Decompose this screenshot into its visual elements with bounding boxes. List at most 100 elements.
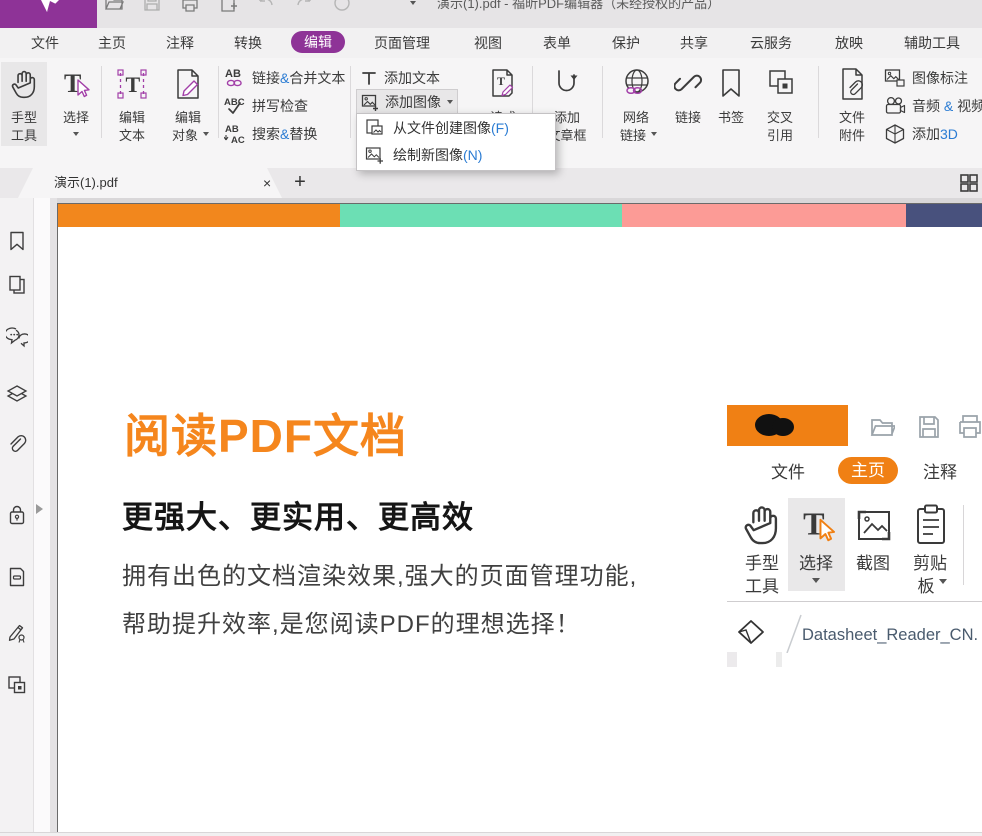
add-page-icon[interactable] — [218, 0, 238, 13]
spell-check-label: 拼写检查 — [252, 96, 308, 116]
web-link-label-1: 网络 — [623, 107, 649, 126]
image-from-file-icon — [365, 118, 384, 137]
search-replace-icon: AB AC — [224, 123, 246, 145]
web-link-button[interactable]: 网络 链接 — [608, 62, 664, 146]
digital-signature-panel-icon[interactable] — [6, 622, 28, 644]
expand-panel-arrow-icon[interactable] — [36, 504, 43, 514]
embedded-title-bar — [727, 405, 848, 446]
pdf-page: 阅读PDF文档 更强大、更实用、更高效 拥有出色的文档渲染效果,强大的页面管理功… — [57, 203, 982, 833]
embedded-select-caret-icon — [812, 578, 820, 583]
tab-protect[interactable]: 保护 — [612, 28, 640, 58]
audio-video-label-b: 视频 — [953, 98, 982, 114]
menu-item-shortcut: (N) — [463, 147, 482, 163]
undo-icon[interactable] — [256, 0, 276, 13]
embedded-tab-file[interactable]: 文件 — [771, 458, 805, 483]
close-tab-icon[interactable]: × — [263, 168, 271, 198]
embedded-pencil-tip-icon[interactable] — [736, 617, 766, 649]
edit-text-button[interactable]: T 编辑 文本 — [106, 62, 158, 146]
edit-text-icon: T — [117, 69, 147, 99]
file-attachment-button[interactable]: 文件 附件 — [826, 62, 878, 146]
embedded-hand-label-2: 工具 — [745, 572, 779, 597]
embedded-hand-icon[interactable] — [742, 503, 784, 549]
page-thumbnails-icon[interactable] — [6, 274, 28, 296]
tab-view[interactable]: 视图 — [474, 28, 502, 58]
link-label: 链接 — [675, 107, 701, 126]
tab-page-management[interactable]: 页面管理 — [374, 28, 430, 58]
security-panel-icon[interactable] — [6, 504, 28, 526]
app-logo[interactable] — [0, 0, 97, 28]
add-text-icon — [360, 69, 378, 87]
redo-icon[interactable] — [294, 0, 314, 13]
print-icon[interactable] — [180, 0, 200, 13]
qat-customize-caret-icon[interactable] — [410, 1, 416, 5]
link-merge-text-button[interactable]: AB 链接&合并文本 — [224, 66, 345, 90]
layers-panel-icon[interactable] — [6, 383, 28, 405]
page-heading: 阅读PDF文档 — [124, 400, 407, 466]
svg-text:AB: AB — [225, 124, 239, 135]
tab-convert[interactable]: 转换 — [234, 28, 262, 58]
tab-file[interactable]: 文件 — [31, 28, 59, 58]
refresh-icon[interactable] — [332, 0, 352, 13]
select-tool-button[interactable]: T 选择 — [52, 62, 100, 146]
tab-accessibility[interactable]: 辅助工具 — [904, 28, 960, 58]
tab-home[interactable]: 主页 — [98, 28, 126, 58]
embedded-clipboard-icon[interactable] — [909, 502, 953, 548]
link-button[interactable]: 链接 — [668, 62, 708, 146]
quick-access-toolbar — [104, 0, 416, 15]
embedded-filename-tab[interactable]: Datasheet_Reader_CN. — [802, 626, 978, 645]
bookmarks-panel-icon[interactable] — [6, 230, 28, 252]
embedded-tab-home-active[interactable]: 主页 — [838, 457, 898, 484]
edit-object-label-2: 对象 — [172, 125, 198, 144]
embedded-clipboard-label-1: 剪贴 — [913, 549, 947, 574]
add-3d-button[interactable]: 添加3D — [884, 122, 958, 146]
embedded-tab-comment[interactable]: 注释 — [923, 458, 957, 483]
window-title: 演示(1).pdf - 福昕PDF编辑器（未经授权的产品） — [437, 0, 720, 12]
add-text-button[interactable]: 添加文本 — [360, 66, 440, 90]
embedded-divider — [727, 601, 982, 602]
link-merge-text-icon: AB — [224, 67, 246, 89]
add-image-caret-icon — [447, 100, 453, 104]
embedded-snapshot-icon[interactable] — [853, 505, 895, 547]
attachments-panel-icon[interactable] — [6, 434, 28, 456]
search-replace-button[interactable]: AB AC 搜索&替换 — [224, 122, 317, 146]
tab-comment[interactable]: 注释 — [166, 28, 194, 58]
page-stripe-green — [340, 204, 622, 227]
save-icon[interactable] — [142, 0, 162, 13]
menu-bar: 文件 主页 注释 转换 编辑 页面管理 视图 表单 保护 共享 云服务 放映 辅… — [0, 28, 982, 58]
new-tab-button[interactable]: + — [290, 168, 310, 197]
embedded-select-button[interactable]: T 选择 — [788, 498, 845, 591]
bookmark-ribbon-icon — [718, 67, 744, 99]
edit-text-label-1: 编辑 — [119, 107, 145, 126]
tab-present[interactable]: 放映 — [835, 28, 863, 58]
add-image-button[interactable]: 添加图像 — [356, 89, 458, 115]
tab-grid-view-icon[interactable] — [958, 172, 980, 194]
cross-reference-button[interactable]: 交叉 引用 — [756, 62, 804, 146]
destinations-panel-icon[interactable] — [6, 674, 28, 696]
document-tab[interactable]: 演示(1).pdf × — [18, 168, 282, 198]
tab-cloud[interactable]: 云服务 — [750, 28, 792, 58]
bookmark-button[interactable]: 书签 — [710, 62, 752, 146]
tab-edit-active[interactable]: 编辑 — [291, 31, 345, 53]
edit-object-button[interactable]: 编辑 对象 — [160, 62, 216, 146]
cross-reference-icon — [766, 68, 796, 98]
hand-tool-label-2: 工具 — [11, 125, 37, 144]
tab-share[interactable]: 共享 — [680, 28, 708, 58]
page-body-line-1: 拥有出色的文档渲染效果,强大的页面管理功能, — [122, 556, 637, 591]
menu-item-image-from-file[interactable]: 从文件创建图像(F) — [357, 114, 555, 141]
comments-panel-icon[interactable] — [6, 326, 28, 348]
title-bar: 演示(1).pdf - 福昕PDF编辑器（未经授权的产品） — [0, 0, 982, 28]
search-replace-label-b: 替换 — [289, 126, 317, 142]
link-merge-amp: & — [280, 70, 289, 86]
open-folder-icon[interactable] — [104, 0, 124, 13]
form-fields-panel-icon[interactable] — [6, 566, 28, 588]
tab-form[interactable]: 表单 — [543, 28, 571, 58]
spell-check-button[interactable]: ABC 拼写检查 — [224, 94, 308, 118]
image-annotation-label: 图像标注 — [912, 68, 968, 88]
menu-item-draw-new-image[interactable]: 绘制新图像(N) — [357, 141, 555, 168]
image-annotation-button[interactable]: 图像标注 — [884, 66, 968, 90]
audio-video-button[interactable]: 音频 & 视频 — [884, 94, 982, 118]
hand-tool-button[interactable]: 手型 工具 — [1, 62, 47, 146]
panel-scroll-strip[interactable] — [50, 198, 57, 832]
svg-text:T: T — [497, 74, 505, 88]
audio-video-amp: & — [944, 98, 953, 114]
